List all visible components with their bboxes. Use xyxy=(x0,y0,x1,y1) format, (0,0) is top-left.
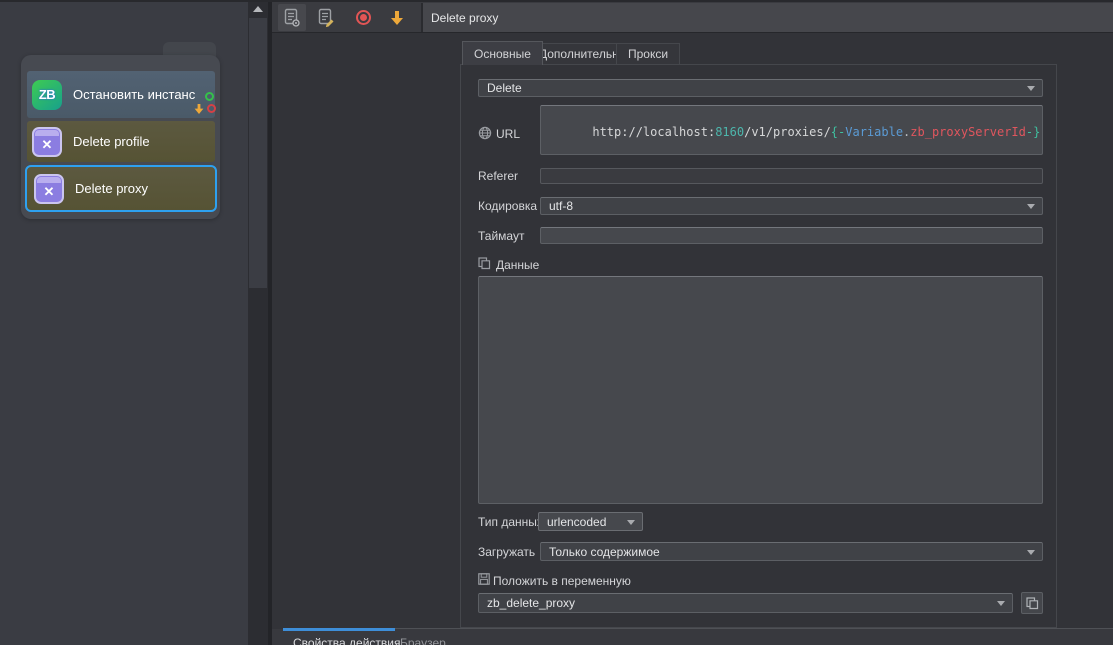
action-canvas[interactable]: ZB Остановить инстанс ✕ Delete profile ✕… xyxy=(0,2,268,645)
bottom-tab-browser[interactable]: Браузер xyxy=(400,636,446,645)
action-group[interactable]: ZB Остановить инстанс ✕ Delete profile ✕… xyxy=(21,55,220,219)
properties-toolbar: Delete proxy xyxy=(272,2,1113,33)
timeout-input[interactable]: 30 xyxy=(540,227,1043,244)
copy-pages-icon xyxy=(1026,597,1039,610)
record-icon xyxy=(356,10,371,25)
run-step-button[interactable] xyxy=(383,4,411,31)
save-floppy-icon xyxy=(478,573,490,585)
action-title-input[interactable]: Delete proxy xyxy=(421,3,1113,32)
next-arrow-icon[interactable] xyxy=(193,102,205,120)
referer-input[interactable] xyxy=(540,168,1043,184)
zb-logo-icon: ZB xyxy=(32,80,62,110)
window-x-icon: ✕ xyxy=(34,174,64,204)
action-block-delete-profile[interactable]: ✕ Delete profile xyxy=(27,121,215,162)
document-pencil-icon xyxy=(317,8,335,28)
fail-port-icon[interactable] xyxy=(207,104,216,113)
data-type-dropdown[interactable]: urlencoded xyxy=(538,512,643,531)
load-mode-label: Загружать xyxy=(478,545,535,559)
bottom-tab-action-properties[interactable]: Свойства действия xyxy=(293,636,400,645)
tab-osnovnye[interactable]: Основные xyxy=(462,41,543,65)
bottom-separator xyxy=(395,628,1113,629)
window-x-icon: ✕ xyxy=(32,127,62,157)
timeout-label: Таймаут xyxy=(478,229,524,243)
edit-action-button[interactable] xyxy=(312,4,340,31)
url-label: URL xyxy=(496,127,520,141)
block-label: Delete profile xyxy=(73,134,150,149)
action-block-delete-proxy[interactable]: ✕ Delete proxy xyxy=(25,165,217,212)
data-type-label: Тип данных xyxy=(478,515,543,529)
data-label: Данные xyxy=(496,258,539,272)
load-mode-dropdown[interactable]: Только содержимое xyxy=(540,542,1043,561)
block-label: Delete proxy xyxy=(75,181,148,196)
encoding-dropdown[interactable]: utf-8 xyxy=(540,197,1043,215)
data-pages-icon xyxy=(478,257,491,270)
data-textarea[interactable] xyxy=(478,276,1043,504)
success-port-icon[interactable] xyxy=(205,92,214,101)
tab-proksi[interactable]: Прокси xyxy=(616,43,680,64)
record-button[interactable] xyxy=(349,4,377,31)
copy-variable-button[interactable] xyxy=(1021,592,1043,614)
properties-panel: Delete proxy Основные Дополнительно Прок… xyxy=(272,2,1113,645)
http-method-dropdown[interactable]: Delete xyxy=(478,79,1043,97)
active-tab-underline xyxy=(283,628,395,631)
action-block-stop-instance[interactable]: ZB Остановить инстанс xyxy=(27,71,215,118)
globe-icon xyxy=(478,126,492,140)
app-window: ZB Остановить инстанс ✕ Delete profile ✕… xyxy=(0,0,1113,645)
action-properties-button[interactable] xyxy=(278,4,306,31)
document-gear-icon xyxy=(283,8,301,28)
put-variable-label: Положить в переменную xyxy=(493,574,631,588)
encoding-label: Кодировка xyxy=(478,199,537,213)
down-arrow-icon xyxy=(389,10,405,26)
url-input[interactable]: http://localhost:8160/v1/proxies/{-Varia… xyxy=(540,105,1043,155)
scrollbar-thumb[interactable] xyxy=(249,18,267,288)
block-label: Остановить инстанс xyxy=(73,87,195,102)
canvas-scrollbar[interactable] xyxy=(248,2,268,645)
scroll-up-button[interactable] xyxy=(248,2,268,16)
variable-dropdown[interactable]: zb_delete_proxy xyxy=(478,593,1013,613)
referer-label: Referer xyxy=(478,169,518,183)
